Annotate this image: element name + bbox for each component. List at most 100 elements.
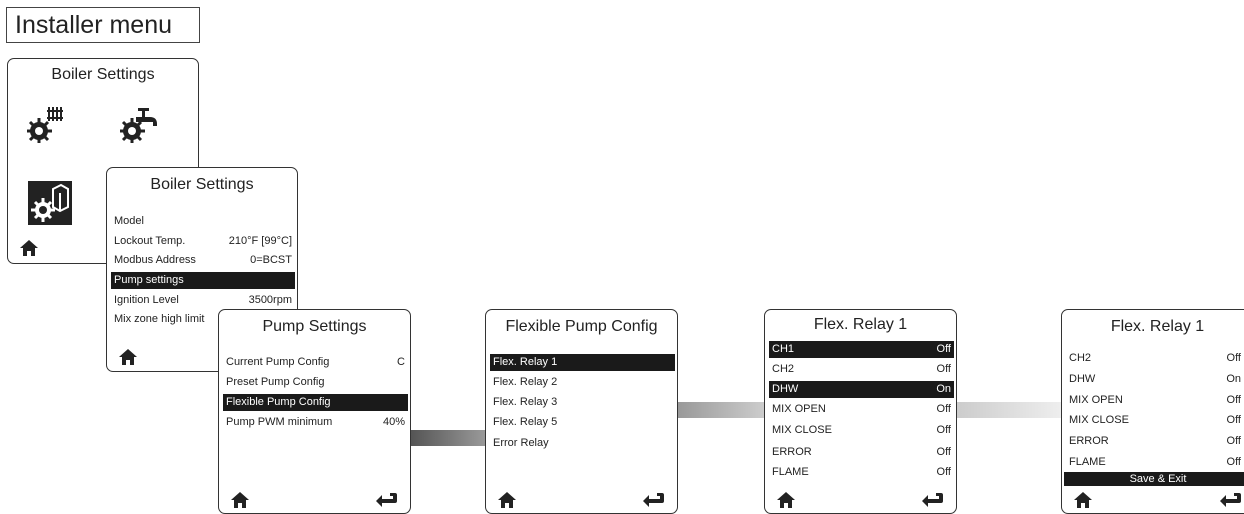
list-item-current-pump-config[interactable]: Current Pump Config C bbox=[223, 354, 408, 371]
row-label: ERROR bbox=[1069, 435, 1109, 447]
row-label: CH2 bbox=[1069, 352, 1092, 364]
row-label: Modbus Address bbox=[114, 254, 196, 266]
flow-connector bbox=[678, 402, 764, 418]
row-value: Off bbox=[936, 424, 951, 436]
screen-title: Pump Settings bbox=[262, 318, 367, 335]
list-item-pump-settings[interactable]: Pump settings bbox=[111, 272, 295, 289]
home-icon[interactable] bbox=[231, 492, 249, 508]
back-arrow-icon[interactable] bbox=[922, 492, 944, 508]
row-label: Flex. Relay 3 bbox=[493, 396, 558, 408]
row-label: CH2 bbox=[772, 363, 795, 375]
dhw-faucet-gear-icon[interactable] bbox=[120, 103, 160, 143]
relay-option-mix-open[interactable]: MIX OPEN Off bbox=[769, 401, 954, 418]
row-value: Off bbox=[1226, 435, 1241, 447]
row-value: Off bbox=[936, 403, 951, 415]
row-label: MIX CLOSE bbox=[1069, 414, 1129, 426]
relay-option-flame[interactable]: FLAME Off bbox=[769, 464, 954, 481]
screen-title: Flexible Pump Config bbox=[505, 318, 658, 335]
list-item-error-relay[interactable]: Error Relay bbox=[490, 435, 675, 452]
list-item-lockout-temp[interactable]: Lockout Temp. 210°F [99°C] bbox=[111, 233, 295, 250]
row-label: DHW bbox=[772, 383, 799, 395]
screen-title: Boiler Settings bbox=[51, 66, 155, 83]
list-item-ignition-level[interactable]: Ignition Level 3500rpm bbox=[111, 292, 295, 309]
screen-title: Flex. Relay 1 bbox=[1110, 318, 1205, 335]
pump-settings-screen: Pump Settings Current Pump Config C Prese… bbox=[218, 309, 411, 514]
row-value: Off bbox=[936, 343, 951, 355]
relay-option-ch2[interactable]: CH2 Off bbox=[769, 361, 954, 378]
row-label: MIX OPEN bbox=[1069, 394, 1123, 406]
row-label: Pump PWM minimum bbox=[226, 416, 333, 428]
list-item-flex-relay-3[interactable]: Flex. Relay 3 bbox=[490, 394, 675, 411]
row-value: 210°F [99°C] bbox=[228, 235, 292, 247]
row-label: Current Pump Config bbox=[226, 356, 330, 368]
screen-title: Flex. Relay 1 bbox=[813, 316, 908, 333]
home-icon[interactable] bbox=[777, 492, 795, 508]
relay-option-flame[interactable]: FLAME Off bbox=[1066, 454, 1244, 471]
list-item-flexible-pump-config[interactable]: Flexible Pump Config bbox=[223, 394, 408, 411]
row-label: Flex. Relay 1 bbox=[493, 356, 558, 368]
row-value: Off bbox=[1226, 456, 1241, 468]
list-item-modbus-address[interactable]: Modbus Address 0=BCST bbox=[111, 252, 295, 269]
boiler-gear-icon[interactable] bbox=[28, 181, 72, 225]
list-item-model[interactable]: Model bbox=[111, 213, 295, 230]
flow-connector bbox=[411, 430, 485, 446]
row-value: Off bbox=[936, 446, 951, 458]
home-icon[interactable] bbox=[20, 240, 38, 256]
relay-option-dhw[interactable]: DHW On bbox=[769, 381, 954, 398]
row-value: 3500rpm bbox=[248, 294, 292, 306]
heating-gear-icon[interactable] bbox=[27, 103, 67, 143]
relay-option-error[interactable]: ERROR Off bbox=[1066, 433, 1244, 450]
relay-option-mix-close[interactable]: MIX CLOSE Off bbox=[769, 422, 954, 439]
row-value: Off bbox=[1226, 352, 1241, 364]
flex-relay-1-screen: Flex. Relay 1 CH1 Off CH2 Off DHW On MIX OP… bbox=[764, 309, 957, 514]
list-item-flex-relay-5[interactable]: Flex. Relay 5 bbox=[490, 414, 675, 431]
relay-option-dhw[interactable]: DHW On bbox=[1066, 371, 1244, 388]
save-exit-button[interactable]: Save & Exit bbox=[1064, 472, 1244, 486]
relay-option-ch2[interactable]: CH2 Off bbox=[1066, 350, 1244, 367]
row-label: FLAME bbox=[772, 466, 809, 478]
row-label: Flexible Pump Config bbox=[226, 396, 331, 408]
list-item-flex-relay-1[interactable]: Flex. Relay 1 bbox=[490, 354, 675, 371]
relay-option-ch1[interactable]: CH1 Off bbox=[769, 341, 954, 358]
flex-relay-1-save-screen: Flex. Relay 1 CH2 Off DHW On MIX OPEN Off M… bbox=[1061, 309, 1244, 514]
list-item-preset-pump-config[interactable]: Preset Pump Config bbox=[223, 374, 408, 391]
row-value: Off bbox=[936, 466, 951, 478]
back-arrow-icon[interactable] bbox=[376, 492, 398, 508]
home-icon[interactable] bbox=[498, 492, 516, 508]
row-value: 0=BCST bbox=[250, 254, 292, 266]
row-label: Pump settings bbox=[114, 274, 184, 286]
row-label: FLAME bbox=[1069, 456, 1106, 468]
row-value: Off bbox=[1226, 414, 1241, 426]
row-label: Mix zone high limit bbox=[114, 313, 205, 325]
flexible-pump-config-screen: Flexible Pump Config Flex. Relay 1 Flex.… bbox=[485, 309, 678, 514]
row-value: Off bbox=[1226, 394, 1241, 406]
row-label: Model bbox=[114, 215, 144, 227]
row-label: Ignition Level bbox=[114, 294, 179, 306]
row-value: 40% bbox=[382, 416, 405, 428]
row-value: On bbox=[936, 383, 951, 395]
list-item-pump-pwm-minimum[interactable]: Pump PWM minimum 40% bbox=[223, 414, 408, 431]
row-label: DHW bbox=[1069, 373, 1096, 385]
relay-option-mix-open[interactable]: MIX OPEN Off bbox=[1066, 392, 1244, 409]
row-value: Off bbox=[936, 363, 951, 375]
page-title: Installer menu bbox=[6, 7, 200, 43]
row-label: Preset Pump Config bbox=[226, 376, 325, 388]
home-icon[interactable] bbox=[1074, 492, 1092, 508]
relay-option-mix-close[interactable]: MIX CLOSE Off bbox=[1066, 412, 1244, 429]
row-value: On bbox=[1226, 373, 1241, 385]
row-label: Flex. Relay 5 bbox=[493, 416, 558, 428]
relay-option-error[interactable]: ERROR Off bbox=[769, 444, 954, 461]
screen-title: Boiler Settings bbox=[150, 176, 254, 193]
home-icon[interactable] bbox=[119, 349, 137, 365]
row-label: MIX CLOSE bbox=[772, 424, 832, 436]
row-label: ERROR bbox=[772, 446, 812, 458]
list-item-flex-relay-2[interactable]: Flex. Relay 2 bbox=[490, 374, 675, 391]
row-value: C bbox=[397, 356, 405, 368]
row-label: Error Relay bbox=[493, 437, 549, 449]
row-label: CH1 bbox=[772, 343, 795, 355]
back-arrow-icon[interactable] bbox=[643, 492, 665, 508]
row-label: Flex. Relay 2 bbox=[493, 376, 558, 388]
row-label: Lockout Temp. bbox=[114, 235, 186, 247]
back-arrow-icon[interactable] bbox=[1220, 492, 1242, 508]
flow-connector bbox=[957, 402, 1061, 418]
